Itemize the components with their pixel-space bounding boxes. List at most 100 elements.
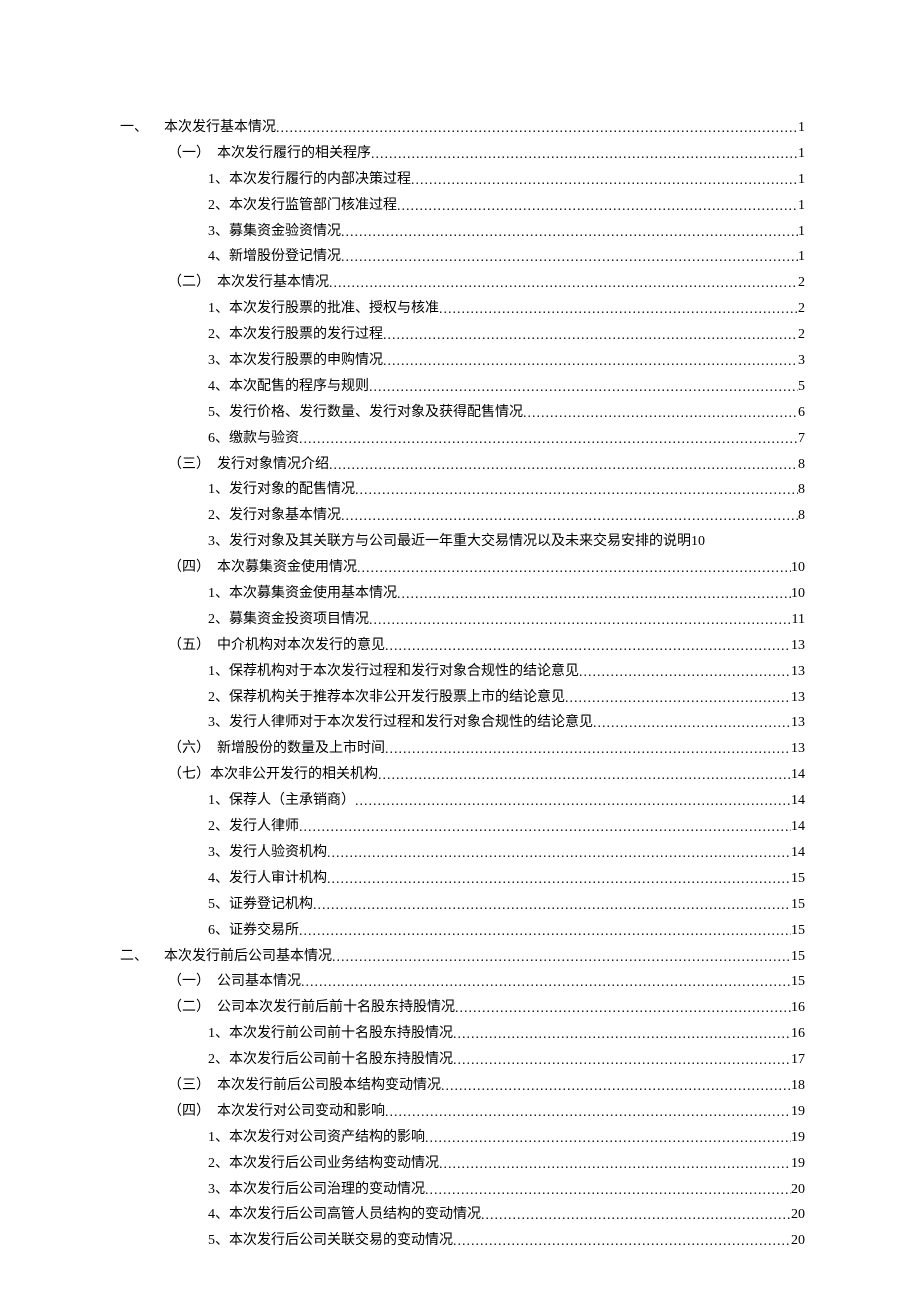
toc-entry[interactable]: 2、本次发行后公司前十名股东持股情况17 [120,1047,805,1073]
toc-entry[interactable]: （四） 本次募集资金使用情况10 [120,555,805,581]
toc-prefix: 5、 [208,1233,229,1248]
toc-prefix: 1、 [208,793,229,808]
toc-prefix: 一、 [120,120,148,135]
toc-entry[interactable]: （二） 公司本次发行前后前十名股东持股情况16 [120,995,805,1021]
toc-entry[interactable]: 1、保荐机构对于本次发行过程和发行对象合规性的结论意见13 [120,659,805,685]
toc-page: 1 [798,219,805,245]
toc-leader [357,556,791,582]
toc-entry[interactable]: 4、本次配售的程序与规则5 [120,374,805,400]
toc-entry[interactable]: 1、保荐人（主承销商）14 [120,788,805,814]
toc-entry[interactable]: 4、新增股份登记情况1 [120,244,805,270]
toc-title: 本次发行前公司前十名股东持股情况 [229,1026,453,1041]
toc-prefix: （五） [168,638,210,653]
toc-prefix: （三） [168,1078,210,1093]
toc-entry[interactable]: 2、本次发行监管部门核准过程1 [120,193,805,219]
toc-entry[interactable]: 3、本次发行后公司治理的变动情况20 [120,1177,805,1203]
toc-leader [327,867,791,893]
toc-prefix: 1、 [208,1130,229,1145]
toc-entry[interactable]: 1、本次募集资金使用基本情况10 [120,581,805,607]
toc-leader [579,660,791,686]
toc-leader [276,116,798,142]
toc-title: 新增股份登记情况 [229,249,341,264]
toc-leader [411,168,798,194]
toc-leader [371,142,798,168]
toc-entry[interactable]: 2、保荐机构关于推荐本次非公开发行股票上市的结论意见13 [120,685,805,711]
toc-entry[interactable]: 二、本次发行前后公司基本情况15 [120,944,805,970]
toc-entry[interactable]: （四） 本次发行对公司变动和影响19 [120,1099,805,1125]
toc-entry[interactable]: （二） 本次发行基本情况2 [120,270,805,296]
toc-prefix: 二、 [120,949,148,964]
toc-title: 募集资金投资项目情况 [229,612,369,627]
toc-entry[interactable]: 5、证券登记机构15 [120,892,805,918]
toc-entry[interactable]: 2、募集资金投资项目情况11 [120,607,805,633]
toc-leader [341,220,798,246]
toc-entry[interactable]: 2、本次发行后公司业务结构变动情况19 [120,1151,805,1177]
toc-entry[interactable]: 6、证券交易所15 [120,918,805,944]
toc-title: 本次非公开发行的相关机构 [210,767,378,782]
toc-prefix: （四） [168,560,210,575]
toc-entry[interactable]: 3、本次发行股票的申购情况3 [120,348,805,374]
toc-title: 本次发行股票的申购情况 [229,353,383,368]
toc-title: 公司本次发行前后前十名股东持股情况 [217,1000,455,1015]
toc-prefix: （一） [168,146,210,161]
toc-page: 14 [791,814,805,840]
toc-page: 5 [798,374,805,400]
toc-entry[interactable]: 1、发行对象的配售情况8 [120,477,805,503]
toc-title: 本次发行股票的发行过程 [229,327,383,342]
toc-entry[interactable]: （五） 中介机构对本次发行的意见13 [120,633,805,659]
toc-leader [341,504,798,530]
toc-entry[interactable]: 4、发行人审计机构15 [120,866,805,892]
toc-leader [385,634,791,660]
toc-page: 1 [798,244,805,270]
toc-leader [425,1178,791,1204]
toc-leader [327,841,791,867]
toc-entry[interactable]: 5、发行价格、发行数量、发行对象及获得配售情况6 [120,400,805,426]
toc-prefix: 6、 [208,923,229,938]
toc-entry[interactable]: （六） 新增股份的数量及上市时间13 [120,736,805,762]
toc-page: 15 [791,866,805,892]
toc-entry[interactable]: 2、发行人律师14 [120,814,805,840]
toc-title: 本次发行基本情况 [217,275,329,290]
toc-entry[interactable]: 3、募集资金验资情况1 [120,219,805,245]
toc-entry[interactable]: 2、本次发行股票的发行过程2 [120,322,805,348]
toc-entry[interactable]: （三） 发行对象情况介绍8 [120,452,805,478]
toc-prefix: 1、 [208,664,229,679]
toc-entry[interactable]: 1、本次发行前公司前十名股东持股情况16 [120,1021,805,1047]
toc-entry[interactable]: 3、发行人验资机构14 [120,840,805,866]
toc-entry[interactable]: 1、本次发行履行的内部决策过程1 [120,167,805,193]
toc-entry[interactable]: 3、发行人律师对于本次发行过程和发行对象合规性的结论意见13 [120,710,805,736]
toc-page: 6 [798,400,805,426]
toc-page: 8 [798,452,805,478]
toc-entry[interactable]: （一） 公司基本情况15 [120,969,805,995]
toc-entry[interactable]: 1、本次发行股票的批准、授权与核准2 [120,296,805,322]
toc-prefix: 4、 [208,1207,229,1222]
toc-title: 本次募集资金使用基本情况 [229,586,397,601]
toc-prefix: 2、 [208,508,229,523]
toc-page: 13 [791,633,805,659]
toc-entry[interactable]: （三） 本次发行前后公司股本结构变动情况18 [120,1073,805,1099]
toc-leader [299,427,798,453]
toc-prefix: 1、 [208,172,229,187]
toc-prefix: 3、 [208,353,229,368]
toc-entry[interactable]: 一、本次发行基本情况1 [120,115,805,141]
toc-page: 7 [798,426,805,452]
toc-leader [332,945,791,971]
toc-entry[interactable]: 3、发行对象及其关联方与公司最近一年重大交易情况以及未来交易安排的说明10 [120,529,805,555]
toc-page: 16 [791,1021,805,1047]
toc-page: 15 [791,918,805,944]
toc-entry[interactable]: （一） 本次发行履行的相关程序1 [120,141,805,167]
toc-entry[interactable]: 4、本次发行后公司高管人员结构的变动情况20 [120,1202,805,1228]
toc-page: 10 [791,581,805,607]
toc-entry[interactable]: （七）本次非公开发行的相关机构14 [120,762,805,788]
toc-page: 11 [792,607,805,633]
toc-leader [383,349,798,375]
toc-prefix: 1、 [208,482,229,497]
toc-leader [355,478,798,504]
toc-entry[interactable]: 2、发行对象基本情况8 [120,503,805,529]
toc-leader [378,763,791,789]
toc-prefix: 2、 [208,1156,229,1171]
toc-entry[interactable]: 6、缴款与验资7 [120,426,805,452]
toc-entry[interactable]: 1、本次发行对公司资产结构的影响19 [120,1125,805,1151]
toc-entry[interactable]: 5、本次发行后公司关联交易的变动情况20 [120,1228,805,1254]
toc-title: 本次发行对公司资产结构的影响 [229,1130,425,1145]
